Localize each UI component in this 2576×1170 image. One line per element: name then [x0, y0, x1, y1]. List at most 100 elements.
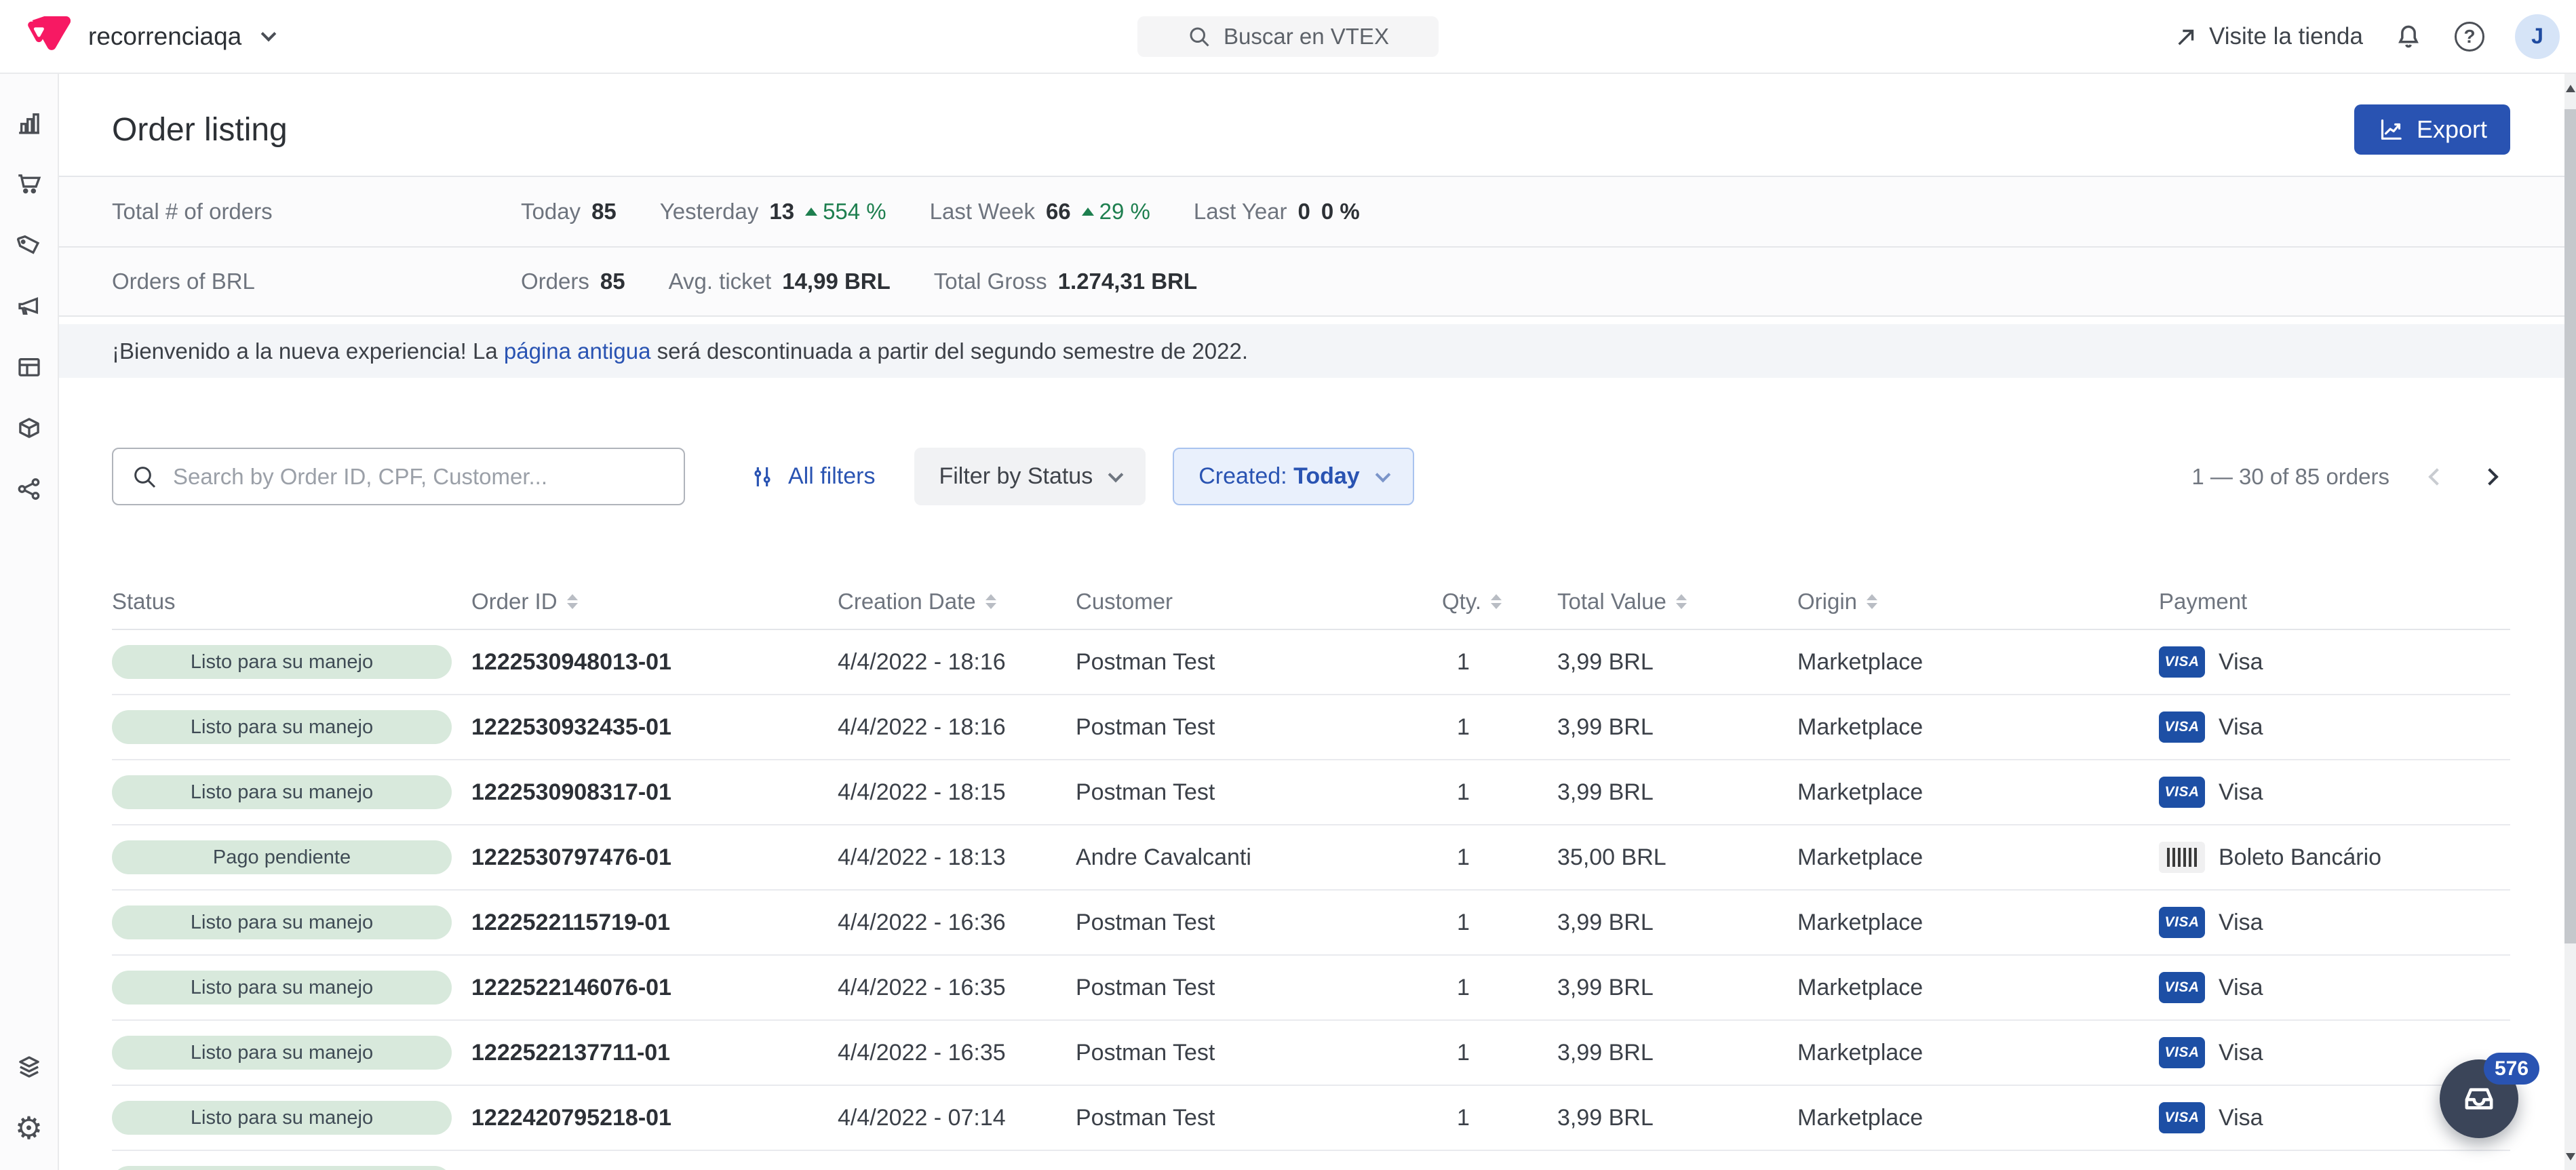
sidebar-main-items — [14, 108, 44, 504]
filters-toolbar: All filters Filter by Status Created: To… — [59, 448, 2576, 505]
order-id-cell: 1222522137711-01 — [471, 1040, 838, 1066]
column-header-order-id[interactable]: Order ID — [471, 589, 838, 615]
sort-icon[interactable] — [1676, 594, 1687, 609]
order-id-cell: 1222530797476-01 — [471, 844, 838, 871]
status-cell: Listo para su manejo — [112, 645, 471, 679]
column-header-status: Status — [112, 589, 471, 615]
creation-date-cell: 4/4/2022 - 18:16 — [838, 649, 1076, 676]
pagination-next-button[interactable] — [2470, 456, 2510, 497]
status-badge: Listo para su manejo — [112, 905, 452, 939]
created-filter-label: Created: Today — [1198, 463, 1359, 490]
sort-icon[interactable] — [567, 594, 578, 609]
stat-metric: Last Year00 % — [1194, 199, 1360, 225]
order-id-cell: 1222530948013-01 — [471, 649, 838, 676]
account-switcher[interactable]: recorrenciaqa — [27, 16, 274, 57]
created-filter-dropdown[interactable]: Created: Today — [1173, 448, 1413, 505]
visit-store-link[interactable]: Visite la tienda — [2175, 23, 2363, 50]
stat-metric: Orders85 — [521, 269, 625, 294]
promotions-tag-icon[interactable] — [14, 230, 44, 260]
order-id-cell: 1222530908317-01 — [471, 779, 838, 806]
storefront-layout-icon[interactable] — [14, 352, 44, 382]
order-row[interactable]: Listo para su manejo1222530908317-014/4/… — [112, 760, 2510, 825]
visa-icon: VISA — [2159, 1102, 2205, 1133]
orders-cart-icon[interactable] — [14, 169, 44, 199]
help-button[interactable]: ? — [2454, 21, 2485, 52]
export-button[interactable]: Export — [2354, 104, 2510, 155]
pagination-prev-button[interactable] — [2417, 456, 2457, 497]
vertical-scrollbar[interactable] — [2564, 74, 2576, 1170]
qty-cell: 1 — [1442, 910, 1557, 936]
visa-icon: VISA — [2159, 907, 2205, 938]
origin-cell: Marketplace — [1797, 975, 2159, 1001]
column-header-creation-date[interactable]: Creation Date — [838, 589, 1076, 615]
column-header-total-value[interactable]: Total Value — [1557, 589, 1797, 615]
order-row[interactable]: Listo para su manejo1222522146076-014/4/… — [112, 956, 2510, 1021]
stats-row-label: Orders of BRL — [112, 269, 521, 294]
settings-gear-icon[interactable]: ⚙ — [14, 1113, 44, 1143]
qty-cell: 1 — [1442, 1105, 1557, 1131]
customer-cell: Postman Test — [1076, 649, 1442, 676]
stat-metric: Avg. ticket14,99 BRL — [669, 269, 891, 294]
table-header-row: StatusOrder IDCreation DateCustomerQty.T… — [112, 574, 2510, 630]
order-row[interactable]: Listo para su manejo1222522137711-014/4/… — [112, 1021, 2510, 1086]
column-header-origin[interactable]: Origin — [1797, 589, 2159, 615]
order-row[interactable]: Listo para su manejo1222530948013-014/4/… — [112, 630, 2510, 695]
old-page-link[interactable]: página antigua — [504, 338, 651, 364]
order-id-cell: 1222530932435-01 — [471, 714, 838, 741]
payment-method-label: Visa — [2219, 910, 2263, 936]
stat-metric: Today85 — [521, 199, 617, 225]
scrollbar-thumb[interactable] — [2564, 109, 2576, 943]
catalog-cube-icon[interactable] — [14, 413, 44, 443]
order-row[interactable]: Listo para su manejo1222420795218-014/4/… — [112, 1086, 2510, 1151]
order-row[interactable]: Listo para su manejo1222522115719-014/4/… — [112, 891, 2510, 956]
status-filter-dropdown[interactable]: Filter by Status — [914, 448, 1146, 505]
apps-layers-icon[interactable] — [14, 1052, 44, 1082]
external-link-icon — [2175, 25, 2198, 48]
total-value-cell: 3,99 BRL — [1557, 910, 1797, 936]
qty-cell: 1 — [1442, 844, 1557, 871]
origin-cell: Marketplace — [1797, 1040, 2159, 1066]
customer-cell: Postman Test — [1076, 779, 1442, 806]
chevron-right-icon — [2481, 468, 2498, 485]
order-row[interactable]: Listo para su manejo — [112, 1151, 2510, 1170]
scroll-down-arrow-icon[interactable] — [2566, 1153, 2575, 1161]
export-label: Export — [2417, 115, 2487, 144]
order-row[interactable]: Pago pendiente1222530797476-014/4/2022 -… — [112, 825, 2510, 891]
order-search-input[interactable] — [173, 464, 666, 490]
payment-method-label: Visa — [2219, 649, 2263, 676]
sort-icon[interactable] — [1867, 594, 1877, 609]
marketing-megaphone-icon[interactable] — [14, 291, 44, 321]
stats-metrics: Today85Yesterday13554 %Last Week6629 %La… — [521, 199, 2576, 225]
status-cell: Listo para su manejo — [112, 971, 471, 1005]
scroll-up-arrow-icon[interactable] — [2566, 85, 2575, 92]
analytics-icon[interactable] — [14, 108, 44, 138]
all-filters-button[interactable]: All filters — [749, 463, 875, 490]
trend-up-icon — [1082, 208, 1094, 216]
status-badge: Pago pendiente — [112, 840, 452, 874]
global-search-button[interactable]: Buscar en VTEX — [1137, 16, 1439, 57]
order-row[interactable]: Listo para su manejo 1222530932435-014/4/… — [112, 695, 2510, 760]
all-filters-label: All filters — [788, 463, 875, 490]
payment-method-label: Visa — [2219, 779, 2263, 806]
status-badge: Listo para su manejo — [112, 710, 452, 744]
sort-icon[interactable] — [985, 594, 996, 609]
notifications-button[interactable] — [2393, 21, 2424, 52]
creation-date-cell: 4/4/2022 - 18:16 — [838, 714, 1076, 741]
stats-row-brl: Orders of BRL Orders85 Avg. ticket14,99 B… — [59, 246, 2576, 315]
total-value-cell: 3,99 BRL — [1557, 714, 1797, 741]
customer-cell: Postman Test — [1076, 1105, 1442, 1131]
qty-cell: 1 — [1442, 1040, 1557, 1066]
sort-icon[interactable] — [1491, 594, 1502, 609]
origin-cell: Marketplace — [1797, 779, 2159, 806]
payment-method-label: Boleto Bancário — [2219, 844, 2381, 871]
payment-cell: VISAVisa — [2159, 711, 2510, 743]
user-avatar[interactable]: J — [2515, 14, 2560, 59]
payment-cell: VISAVisa — [2159, 777, 2510, 808]
customer-cell: Postman Test — [1076, 975, 1442, 1001]
origin-cell: Marketplace — [1797, 714, 2159, 741]
status-cell: Listo para su manejo — [112, 1101, 471, 1135]
integrations-share-icon[interactable] — [14, 474, 44, 504]
column-header-qty-[interactable]: Qty. — [1442, 589, 1557, 615]
creation-date-cell: 4/4/2022 - 18:15 — [838, 779, 1076, 806]
creation-date-cell: 4/4/2022 - 16:35 — [838, 1040, 1076, 1066]
